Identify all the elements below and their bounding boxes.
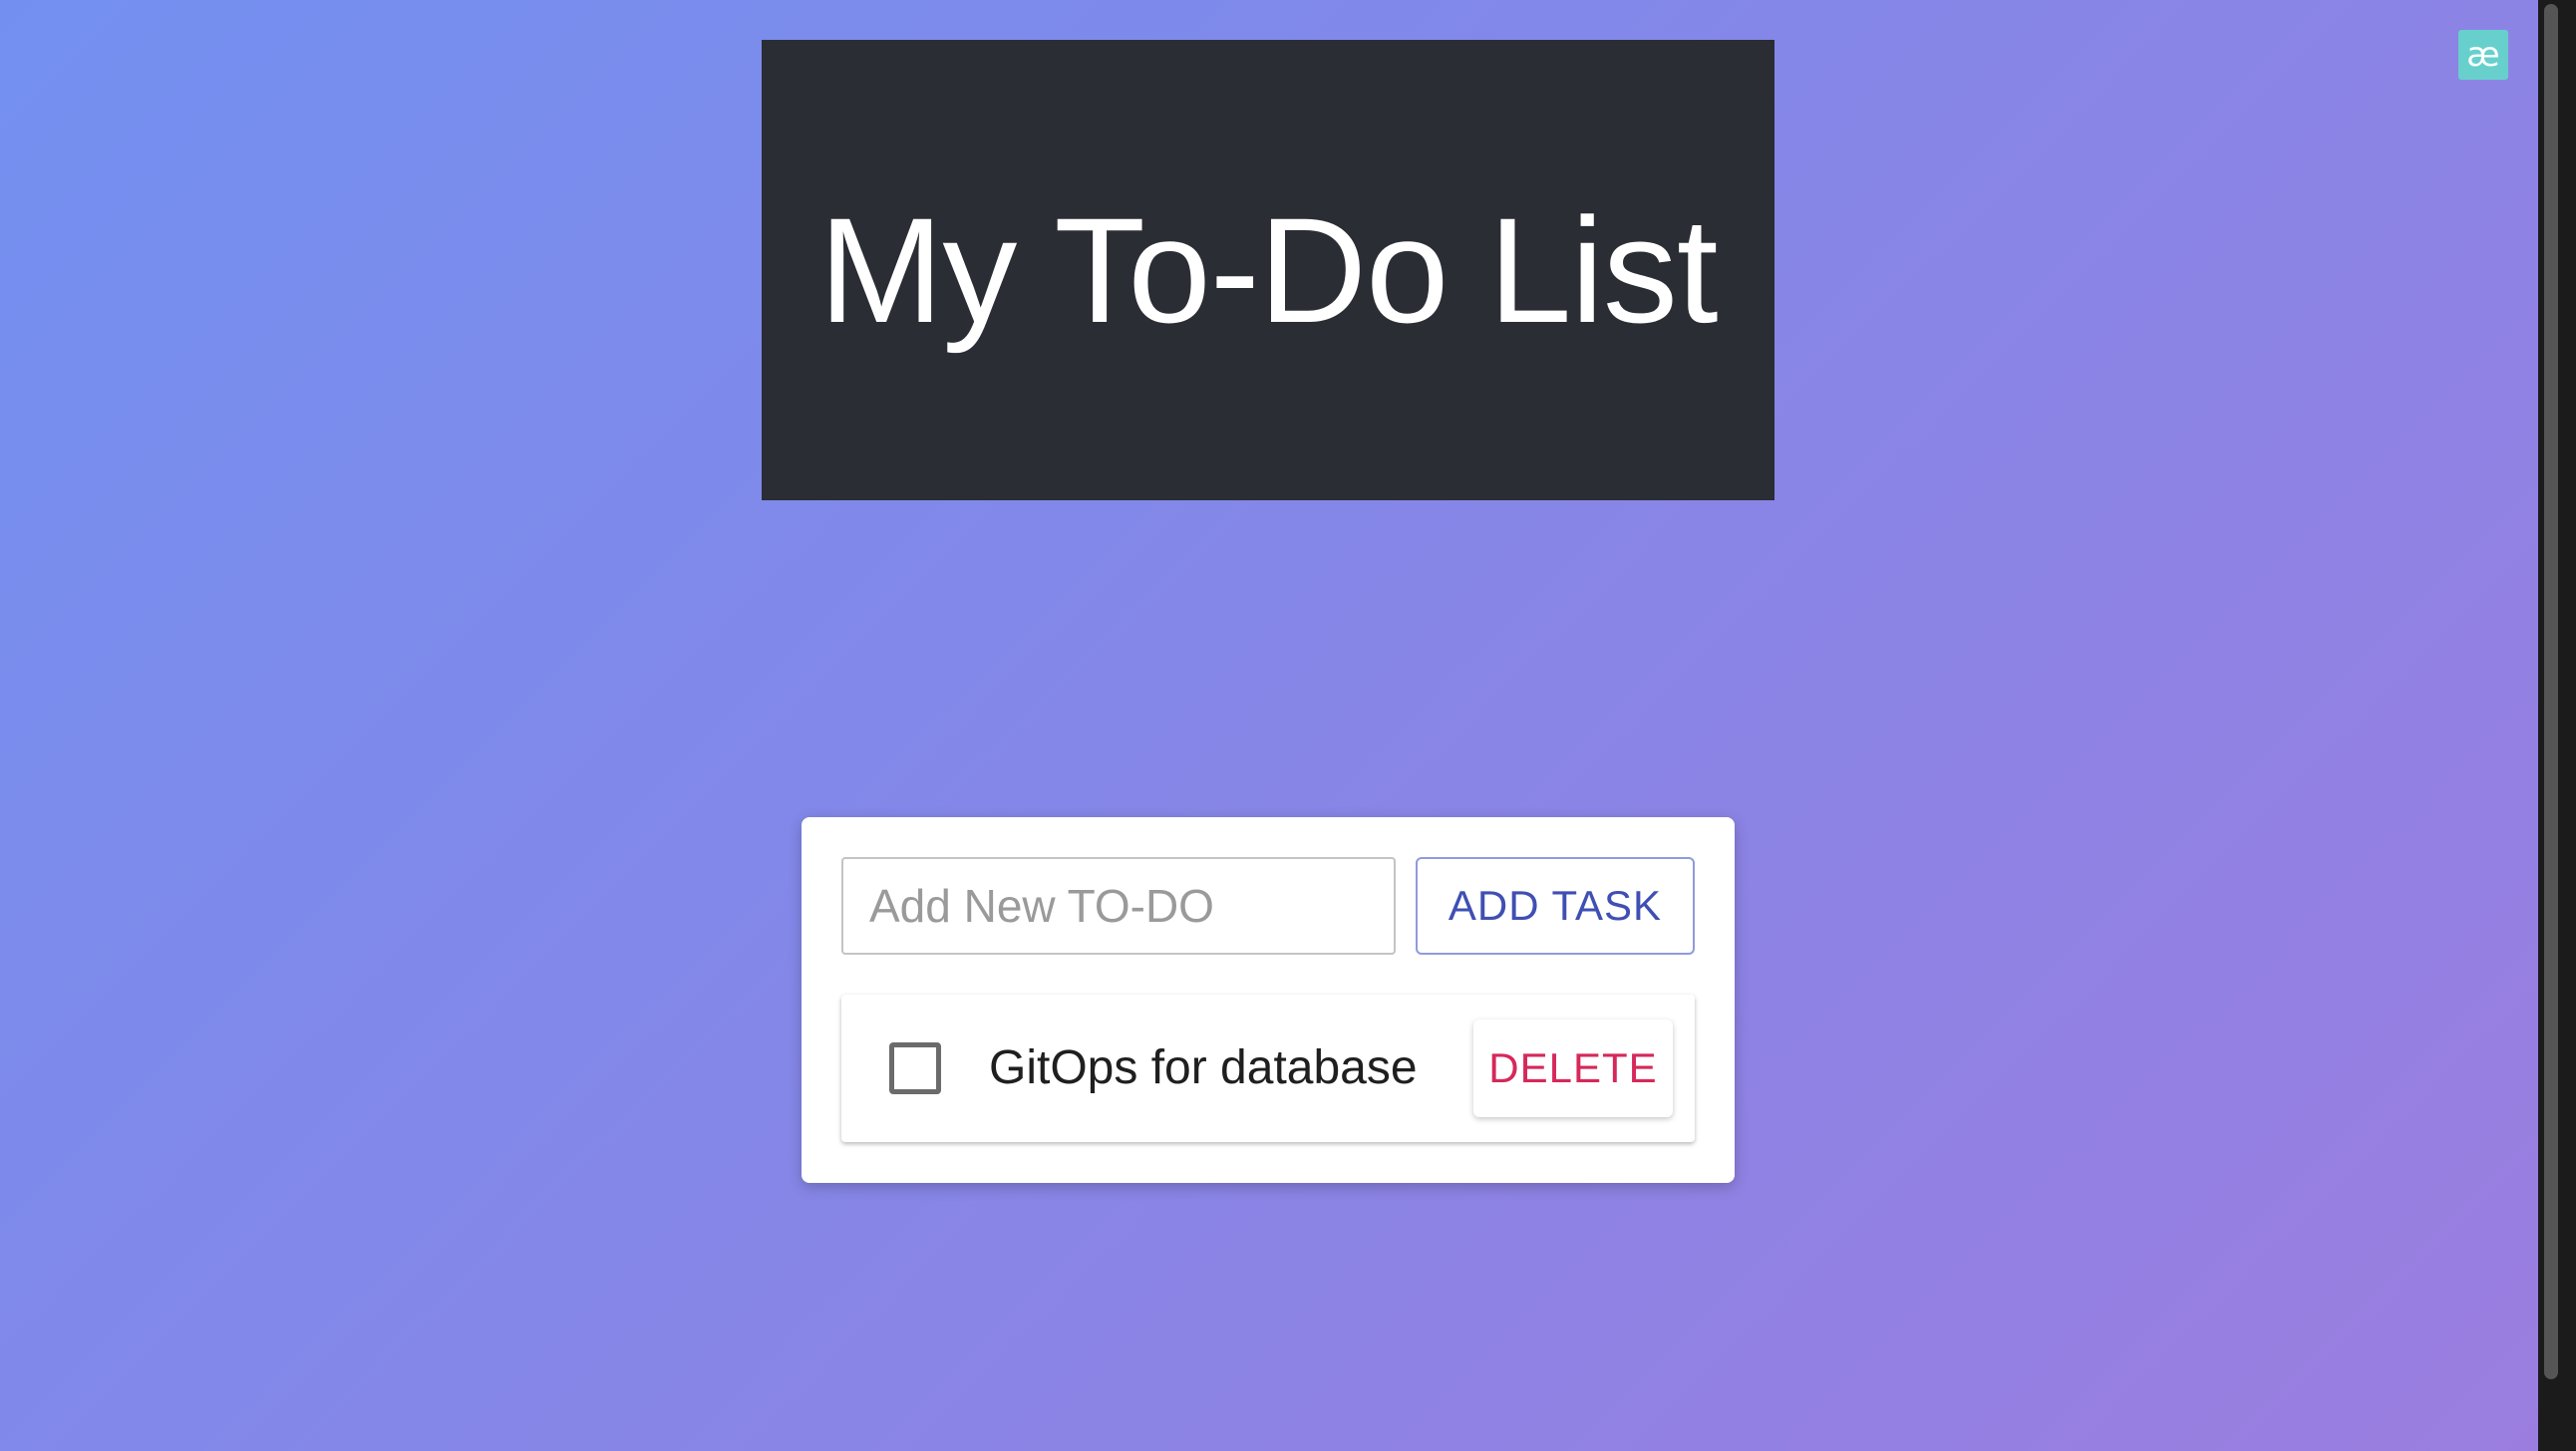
header-banner: My To-Do List — [762, 40, 1774, 500]
task-checkbox[interactable] — [889, 1042, 941, 1094]
scrollbar-thumb[interactable] — [2544, 4, 2558, 1379]
add-task-button[interactable]: ADD TASK — [1416, 857, 1695, 955]
task-item: GitOps for database DELETE — [841, 995, 1695, 1142]
delete-task-button[interactable]: DELETE — [1473, 1019, 1673, 1117]
page-title: My To-Do List — [818, 186, 1718, 354]
extension-badge-icon[interactable]: æ — [2458, 30, 2508, 80]
todo-card: ADD TASK GitOps for database DELETE — [802, 817, 1735, 1183]
task-text: GitOps for database — [989, 1041, 1418, 1094]
new-todo-input[interactable] — [841, 857, 1396, 955]
